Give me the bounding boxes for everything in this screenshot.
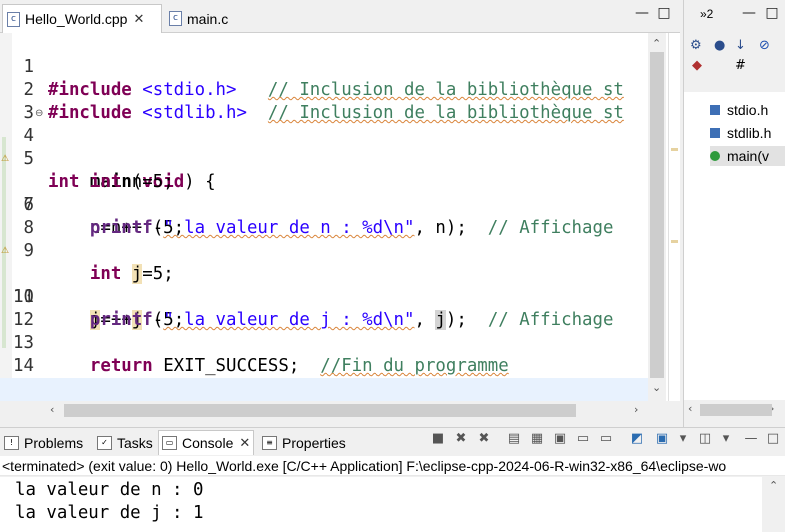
tab-label: Console <box>182 435 234 451</box>
tab-label: Tasks <box>117 435 153 451</box>
outline-item-main[interactable]: main(v <box>710 146 785 166</box>
tab-label: main.c <box>187 10 229 27</box>
sort-icon[interactable]: ↓ <box>735 38 746 53</box>
code-line: 3 <box>0 79 648 123</box>
close-icon[interactable]: ✕ <box>239 436 250 451</box>
problems-icon: ! <box>4 436 19 450</box>
maximize-icon[interactable]: □ <box>765 6 779 20</box>
code-line: 13 return EXIT_SUCCESS; //Fin du program… <box>0 309 648 376</box>
scrollbar-thumb[interactable] <box>64 404 576 417</box>
tab-main-c[interactable]: c main.c <box>165 4 235 33</box>
outline-item-label: stdio.h <box>727 102 769 118</box>
include-icon <box>710 128 720 138</box>
code-line: 12 <box>0 286 648 330</box>
console-vertical-scrollbar[interactable]: ⌃ <box>764 477 785 532</box>
scroll-left-icon[interactable]: ‹ <box>50 403 54 416</box>
scroll-down-icon[interactable]: ⌄ <box>652 381 661 394</box>
show-console-on-output-icon[interactable]: ▭ <box>576 432 590 446</box>
c-source-file-icon: c <box>169 11 182 26</box>
minimize-icon[interactable]: — <box>742 6 756 20</box>
open-console-icon[interactable]: ◫ <box>698 432 712 446</box>
remove-all-terminated-icon[interactable]: ✖ <box>477 432 491 446</box>
code-line: ⚠ 6 n=n++ -5; <box>0 148 648 238</box>
remove-launch-icon[interactable]: ✖ <box>454 432 468 446</box>
tab-console[interactable]: ▭ Console ✕ <box>158 430 255 455</box>
code-lines: 1 #include <stdio.h> // Inclusion de la … <box>0 33 648 401</box>
console-icon: ▭ <box>162 436 177 450</box>
chevron-down-icon[interactable]: ▾ <box>719 432 733 446</box>
overview-ruler <box>668 33 680 401</box>
code-line: 5 int n=5; <box>0 125 648 192</box>
properties-icon: ≡ <box>262 436 277 450</box>
warning-icon[interactable]: ⚠ <box>1 154 11 164</box>
tab-tasks[interactable]: ✓ Tasks <box>97 432 153 454</box>
hide-static-icon[interactable]: ● <box>714 38 725 53</box>
hide-non-public-icon[interactable]: ⊘ <box>759 38 770 53</box>
word-wrap-icon[interactable]: ▣ <box>553 432 567 446</box>
code-line-current: 16 <box>0 378 648 401</box>
scroll-up-icon[interactable]: ⌃ <box>652 37 661 50</box>
scroll-up-icon[interactable]: ⌃ <box>769 479 778 492</box>
hide-fields-icon[interactable]: ⚙ <box>690 38 702 53</box>
close-icon[interactable]: ✕ <box>133 12 144 27</box>
overview-warning-marker[interactable] <box>671 240 678 243</box>
outline-item-stdio[interactable]: stdio.h <box>710 100 785 120</box>
tab-problems[interactable]: ! Problems <box>4 432 83 454</box>
outline-item-label: stdlib.h <box>727 125 772 141</box>
tab-properties[interactable]: ≡ Properties <box>262 432 346 454</box>
outline-item-stdlib[interactable]: stdlib.h <box>710 123 785 143</box>
console-output-line: la valeur de j : 1 <box>15 503 204 523</box>
code-line: 11 printf(" la valeur de j : %d\n", j); … <box>13 287 614 330</box>
c-source-file-icon: c <box>7 11 20 27</box>
minimize-icon[interactable]: — <box>635 6 649 20</box>
scroll-right-icon[interactable]: › <box>634 403 638 416</box>
editor-tab-bar: c Hello_World.cpp ✕ c main.c — □ <box>0 0 680 33</box>
hide-static-members-icon[interactable]: ◆ <box>692 58 702 73</box>
show-console-on-error-icon[interactable]: ▭ <box>599 432 613 446</box>
overview-warning-marker[interactable] <box>671 148 678 151</box>
console-output[interactable]: la valeur de n : 0 la valeur de j : 1 <box>0 477 762 532</box>
outline-item-label: main(v <box>727 148 770 164</box>
scroll-left-icon[interactable]: ‹ <box>688 402 692 415</box>
view-overflow-button[interactable]: »2 <box>700 7 713 21</box>
chevron-down-icon[interactable]: ▾ <box>676 432 690 446</box>
code-line: 1 #include <stdio.h> // Inclusion de la … <box>0 33 648 100</box>
pin-console-icon[interactable]: ◩ <box>630 432 644 446</box>
code-line: 8 <box>0 194 648 238</box>
include-icon <box>710 105 720 115</box>
code-line: 4 ⊖ int main(void) { <box>0 102 648 192</box>
tab-label: Problems <box>24 435 84 451</box>
code-line: 2 #include <stdlib.h> // Inclusion de la… <box>0 56 648 123</box>
maximize-icon[interactable]: □ <box>657 6 671 20</box>
scrollbar-thumb[interactable] <box>650 52 664 378</box>
console-output-line: la valeur de n : 0 <box>15 480 204 500</box>
console-status-line: <terminated> (exit value: 0) Hello_World… <box>0 456 785 476</box>
scrollbar-thumb[interactable] <box>700 404 772 416</box>
scroll-lock-icon[interactable]: ▦ <box>530 432 544 446</box>
code-line: 14 } <box>0 332 648 399</box>
warning-icon[interactable]: ⚠ <box>1 246 11 256</box>
function-icon <box>710 151 720 161</box>
tasks-icon: ✓ <box>97 436 112 450</box>
minimize-icon[interactable]: — <box>744 432 758 446</box>
tab-label: Hello_World.cpp <box>25 11 128 27</box>
tab-hello-world-cpp[interactable]: c Hello_World.cpp ✕ <box>2 4 162 33</box>
terminate-icon[interactable]: ■ <box>431 432 445 446</box>
fold-collapse-icon[interactable]: ⊖ <box>35 102 43 125</box>
group-includes-icon[interactable]: # <box>735 58 746 73</box>
code-line: ⚠ 10 j=++j -5; <box>0 240 648 330</box>
maximize-icon[interactable]: □ <box>766 432 780 446</box>
display-selected-console-icon[interactable]: ▣ <box>655 432 669 446</box>
tab-label: Properties <box>282 435 346 451</box>
code-line: 7 printf(" la valeur de n : %d\n", n); /… <box>0 171 648 238</box>
code-line: 15 <box>0 355 648 399</box>
clear-console-icon[interactable]: ▤ <box>507 432 521 446</box>
code-line: 9 int j=5; <box>0 217 648 284</box>
